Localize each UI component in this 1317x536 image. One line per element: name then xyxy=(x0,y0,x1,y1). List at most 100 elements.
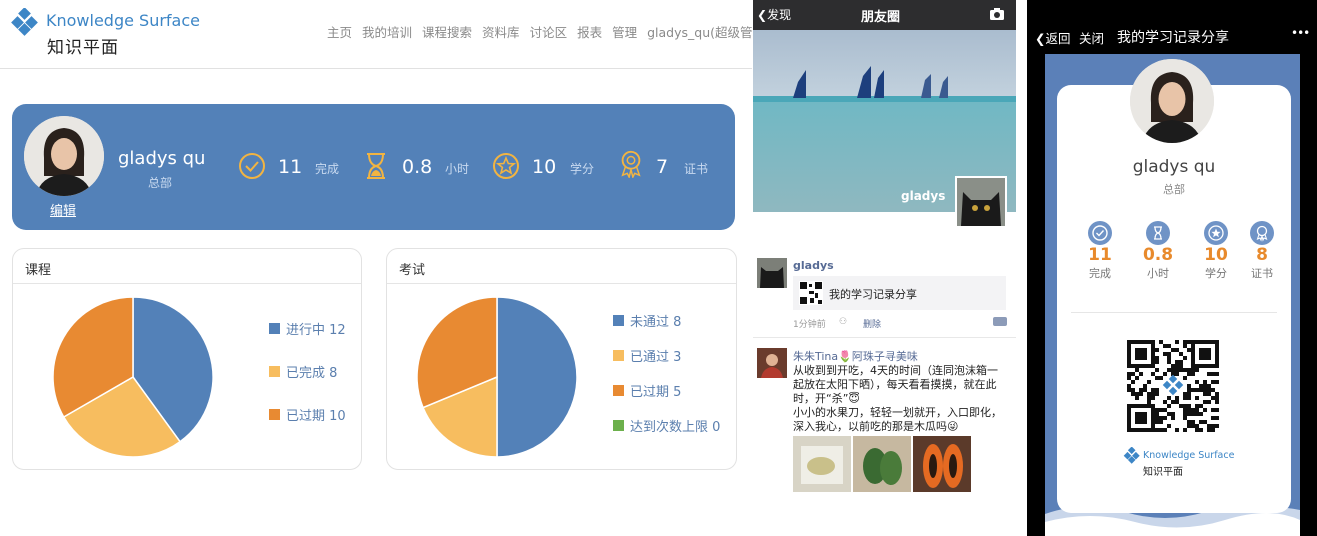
share-stat-label: 学分 xyxy=(1205,267,1227,280)
people-icon: ⚇ xyxy=(839,317,848,327)
legend-label: 已过期 5 xyxy=(630,385,682,400)
exam-legend: 未通过 8 已通过 3 已过期 5 达到次数上限 0 xyxy=(613,311,720,451)
qr-code-thumbnail xyxy=(799,281,823,305)
share-brand-name-cn: 知识平面 xyxy=(1143,467,1183,478)
star-circle-icon xyxy=(1204,221,1228,245)
share-card: gladys qu 总部 11 完成 0.8 小时 10 学分 8 证书 Kno… xyxy=(1057,59,1291,513)
avatar xyxy=(1130,59,1214,143)
card-divider xyxy=(13,283,361,284)
share-brand-name: Knowledge Surface xyxy=(1143,450,1235,461)
legend-swatch xyxy=(613,315,624,326)
nav-reports[interactable]: 报表 xyxy=(577,22,602,41)
delete-link[interactable]: 删除 xyxy=(863,317,881,330)
pie-slice-0 xyxy=(496,296,578,458)
logo-icon xyxy=(11,8,38,36)
post-time: 1分钟前 xyxy=(793,320,826,330)
legend-swatch xyxy=(269,323,280,334)
more-options-icon[interactable]: ••• xyxy=(1291,26,1310,40)
stat-completed-label: 完成 xyxy=(315,162,340,176)
nav-course-search[interactable]: 课程搜索 xyxy=(422,22,472,41)
share-stat-label: 完成 xyxy=(1089,267,1111,280)
legend-label: 未通过 8 xyxy=(630,315,682,330)
stat-credits-label: 学分 xyxy=(570,162,595,176)
nav-my-training[interactable]: 我的培训 xyxy=(362,22,412,41)
cover-username: gladys xyxy=(901,189,946,203)
top-navigation-bar: Knowledge Surface 知识平面 主页 我的培训 课程搜索 资料库 … xyxy=(0,0,782,69)
hourglass-icon xyxy=(367,153,385,179)
brand-name: Knowledge Surface xyxy=(46,11,200,30)
legend-swatch xyxy=(269,366,280,377)
comment-menu-icon[interactable] xyxy=(993,317,1007,326)
mobile-share-panel: ❮返回 关闭 我的学习记录分享 ••• gladys qu 总部 11 完成 0… xyxy=(1027,0,1317,536)
share-stat-value: 10 xyxy=(1204,245,1228,265)
legend-swatch xyxy=(613,350,624,361)
nav-home[interactable]: 主页 xyxy=(327,22,352,41)
back-label: 返回 xyxy=(1045,31,1071,46)
courses-pie-chart xyxy=(52,296,214,458)
check-circle-icon xyxy=(239,153,265,179)
share-stat-label: 小时 xyxy=(1147,267,1169,280)
stat-hours-value: 0.8 xyxy=(402,156,433,178)
moments-title-bar: ❮发现 朋友圈 xyxy=(753,0,1016,30)
profile-name: gladys qu xyxy=(118,148,206,169)
main-nav: 主页 我的培训 课程搜索 资料库 讨论区 报表 管理 gladys_qu(超级管… xyxy=(327,22,792,41)
shared-link-text: 我的学习记录分享 xyxy=(829,288,917,301)
share-stat-value: 11 xyxy=(1088,245,1112,265)
legend-item: 已完成 8 xyxy=(269,362,346,381)
share-stat-label: 证书 xyxy=(1251,267,1273,280)
edit-profile-link[interactable]: 编辑 xyxy=(50,200,76,219)
back-button[interactable]: ❮返回 xyxy=(1035,28,1071,47)
legend-item: 达到次数上限 0 xyxy=(613,416,720,435)
legend-item: 已通过 3 xyxy=(613,346,720,365)
stat-hours-label: 小时 xyxy=(445,162,470,176)
share-stat-credits: 10 学分 xyxy=(1191,221,1241,281)
back-button[interactable]: ❮发现 xyxy=(757,6,791,23)
share-name: gladys qu xyxy=(1132,157,1216,177)
shared-link-card[interactable]: 我的学习记录分享 xyxy=(793,276,1006,310)
post-divider xyxy=(753,337,1016,338)
back-label: 发现 xyxy=(767,8,792,22)
profile-dept: 总部 xyxy=(148,176,173,190)
courses-legend: 进行中 12 已完成 8 已过期 10 xyxy=(269,319,346,448)
share-stat-completed: 11 完成 xyxy=(1075,221,1125,281)
legend-label: 达到次数上限 0 xyxy=(630,420,721,435)
camera-icon[interactable] xyxy=(989,7,1005,21)
profile-card: 编辑 gladys qu 总部 11 完成 0.8 小时 10 学分 7 证书 xyxy=(12,104,735,230)
nav-library[interactable]: 资料库 xyxy=(482,22,520,41)
legend-label: 已过期 10 xyxy=(286,409,346,424)
stat-certificates-label: 证书 xyxy=(684,162,709,176)
chevron-left-icon: ❮ xyxy=(757,8,768,22)
nav-admin[interactable]: 管理 xyxy=(612,22,637,41)
medal-icon xyxy=(621,150,641,178)
share-stat-value: 0.8 xyxy=(1142,245,1174,265)
share-dept: 总部 xyxy=(1163,183,1185,196)
logo-icon xyxy=(1123,447,1140,464)
moments-panel: ❮发现 朋友圈 gladys gladys 我的学习记录分享 1分钟前 ⚇ 删除… xyxy=(753,0,1016,536)
card-divider xyxy=(387,283,736,284)
share-stat-hours: 0.8 小时 xyxy=(1133,221,1183,281)
share-divider xyxy=(1071,312,1277,313)
legend-item: 未通过 8 xyxy=(613,311,720,330)
exam-pie-chart xyxy=(416,296,578,458)
stat-completed-value: 11 xyxy=(278,156,303,178)
desktop-panel: Knowledge Surface 知识平面 主页 我的培训 课程搜索 资料库 … xyxy=(0,0,782,536)
chevron-left-icon: ❮ xyxy=(1035,31,1046,46)
cover-avatar[interactable] xyxy=(955,176,1007,228)
qr-code[interactable] xyxy=(1127,340,1219,432)
post-text: 从收到到开吃，4天的时间（连同泡沫箱一起放在太阳下晒），每天看看摸摸，就在此时，… xyxy=(793,364,1002,433)
close-button[interactable]: 关闭 xyxy=(1079,28,1104,47)
post-username[interactable]: gladys xyxy=(793,259,834,272)
post-photo[interactable] xyxy=(793,436,851,492)
post-username[interactable]: 朱朱Tina🌷阿珠子寻美味 xyxy=(793,348,918,364)
share-title-bar: ❮返回 关闭 我的学习记录分享 ••• xyxy=(1027,18,1317,54)
avatar xyxy=(24,116,104,196)
check-circle-icon xyxy=(1088,221,1112,245)
legend-label: 已通过 3 xyxy=(630,350,682,365)
brand-name-cn: 知识平面 xyxy=(47,38,119,58)
post-photo[interactable] xyxy=(913,436,971,492)
nav-discussion[interactable]: 讨论区 xyxy=(530,22,568,41)
post-avatar[interactable] xyxy=(757,258,787,288)
post-avatar[interactable] xyxy=(757,348,787,378)
post-photo[interactable] xyxy=(853,436,911,492)
legend-label: 已完成 8 xyxy=(286,366,338,381)
